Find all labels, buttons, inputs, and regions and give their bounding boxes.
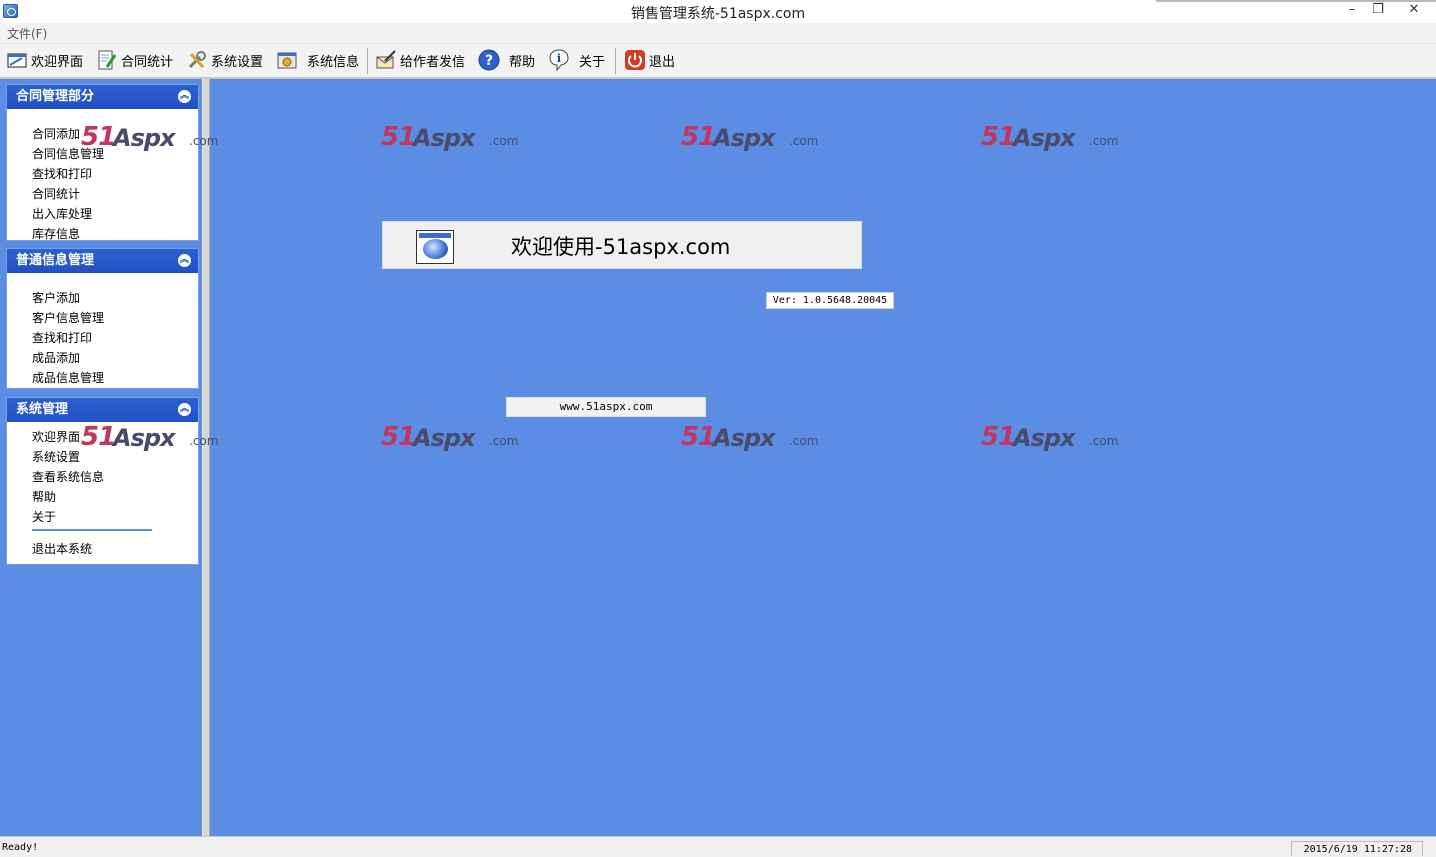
watermark-logo: 51 Aspx .com [81,122,219,152]
nav-item[interactable]: 合同统计 [32,185,80,202]
watermark-logo: 51 Aspx .com [381,422,519,452]
toolbar-label: 欢迎界面 [31,54,84,70]
nav-item[interactable]: 系统设置 [32,448,80,465]
toolbar-separator [367,48,368,74]
collapse-chevron-icon[interactable]: ︽ [178,90,191,103]
nav-group-title: 普通信息管理 [16,253,95,268]
system-info-icon [276,49,298,71]
welcome-text: 欢迎使用-51aspx.com [511,235,731,259]
close-button[interactable]: ✕ [1401,0,1427,22]
toolbar-mail-author-button[interactable]: 给作者发信 [375,48,465,72]
main-panel [210,79,1436,836]
nav-item[interactable]: 查看系统信息 [32,468,104,485]
watermark-logo: 51 Aspx .com [81,422,219,452]
mail-write-icon [375,49,397,71]
nav-item[interactable]: 客户信息管理 [32,309,104,326]
toolbar-label: 系统设置 [211,54,264,70]
nav-group-title: 系统管理 [16,402,69,417]
nav-item[interactable]: 帮助 [32,488,56,505]
nav-divider [32,529,152,531]
watermark-logo: 51 Aspx .com [381,122,519,152]
help-icon: ? [478,49,500,71]
welcome-globe-icon [416,230,454,264]
nav-item[interactable]: 退出本系统 [32,540,92,557]
collapse-chevron-icon[interactable]: ︽ [178,254,191,267]
nav-item[interactable]: 关于 [32,508,56,525]
nav-item[interactable]: 客户添加 [32,289,80,306]
nav-item[interactable]: 欢迎界面 [32,428,80,445]
toolbar-label: 关于 [579,54,606,70]
nav-group-title: 合同管理部分 [16,89,95,104]
svg-text:?: ? [485,53,493,69]
nav-group-general: 普通信息管理 ︽ 客户添加 客户信息管理 查找和打印 成品添加 成品信息管理 [6,248,199,389]
toolbar: 欢迎界面 合同统计 系统设置 系统信息 给作者发信 ? 帮助 i 关于 退出 [0,44,1436,79]
toolbar-contract-stats-button[interactable]: 合同统计 [96,48,173,72]
toolbar-label: 系统信息 [307,54,360,70]
nav-item[interactable]: 成品添加 [32,349,80,366]
svg-text:i: i [557,52,561,65]
toolbar-about-button[interactable]: i 关于 [548,48,605,72]
collapse-chevron-icon[interactable]: ︽ [178,403,191,416]
power-exit-icon [624,49,646,71]
nav-item[interactable]: 查找和打印 [32,329,92,346]
notepad-pencil-icon [96,49,118,71]
welcome-window-icon [6,49,28,71]
version-label: Ver: 1.0.5648.20045 [766,292,894,309]
watermark-logo: 51 Aspx .com [681,122,819,152]
nav-group-header[interactable]: 系统管理 ︽ [7,398,198,422]
nav-group-contract: 合同管理部分 ︽ 合同添加 合同信息管理 查找和打印 合同统计 出入库处理 库存… [6,84,199,241]
toolbar-label: 帮助 [509,54,536,70]
menu-file[interactable]: 文件(F) [7,25,47,42]
status-datetime: 2015/6/19 11:27:28 [1291,841,1423,856]
menu-bar: 文件(F) [0,23,1436,44]
title-bar: 销售管理系统-51aspx.com – ❐ ✕ [0,0,1436,24]
toolbar-welcome-button[interactable]: 欢迎界面 [6,48,83,72]
welcome-banner: 欢迎使用-51aspx.com [382,221,862,269]
website-link[interactable]: www.51aspx.com [506,397,706,417]
toolbar-label: 退出 [649,54,676,70]
nav-item[interactable]: 查找和打印 [32,165,92,182]
nav-group-header[interactable]: 合同管理部分 ︽ [7,85,198,109]
toolbar-label: 给作者发信 [400,54,466,70]
minimize-button[interactable]: – [1339,0,1365,22]
watermark-logo: 51 Aspx .com [981,122,1119,152]
toolbar-exit-button[interactable]: 退出 [624,48,675,72]
toolbar-help-button[interactable]: ? 帮助 [478,48,535,72]
nav-item[interactable]: 库存信息 [32,225,80,242]
toolbar-sysinfo-button[interactable]: 系统信息 [276,48,359,72]
nav-item[interactable]: 出入库处理 [32,205,92,222]
nav-group-header[interactable]: 普通信息管理 ︽ [7,249,198,273]
toolbar-label: 合同统计 [121,54,174,70]
tools-icon [186,49,208,71]
title-shadow [1156,0,1436,2]
sidebar: 合同管理部分 ︽ 合同添加 合同信息管理 查找和打印 合同统计 出入库处理 库存… [0,79,202,836]
splitter[interactable] [202,79,210,836]
status-text: Ready! [2,842,39,853]
toolbar-settings-button[interactable]: 系统设置 [186,48,263,72]
watermark-logo: 51 Aspx .com [981,422,1119,452]
nav-item[interactable]: 合同添加 [32,125,80,142]
info-icon: i [548,49,570,72]
toolbar-separator [615,48,616,74]
restore-button[interactable]: ❐ [1365,0,1391,22]
watermark-logo: 51 Aspx .com [681,422,819,452]
window-title: 销售管理系统-51aspx.com [630,6,806,22]
nav-item[interactable]: 成品信息管理 [32,369,104,386]
status-bar: Ready! 2015/6/19 11:27:28 [0,836,1436,856]
